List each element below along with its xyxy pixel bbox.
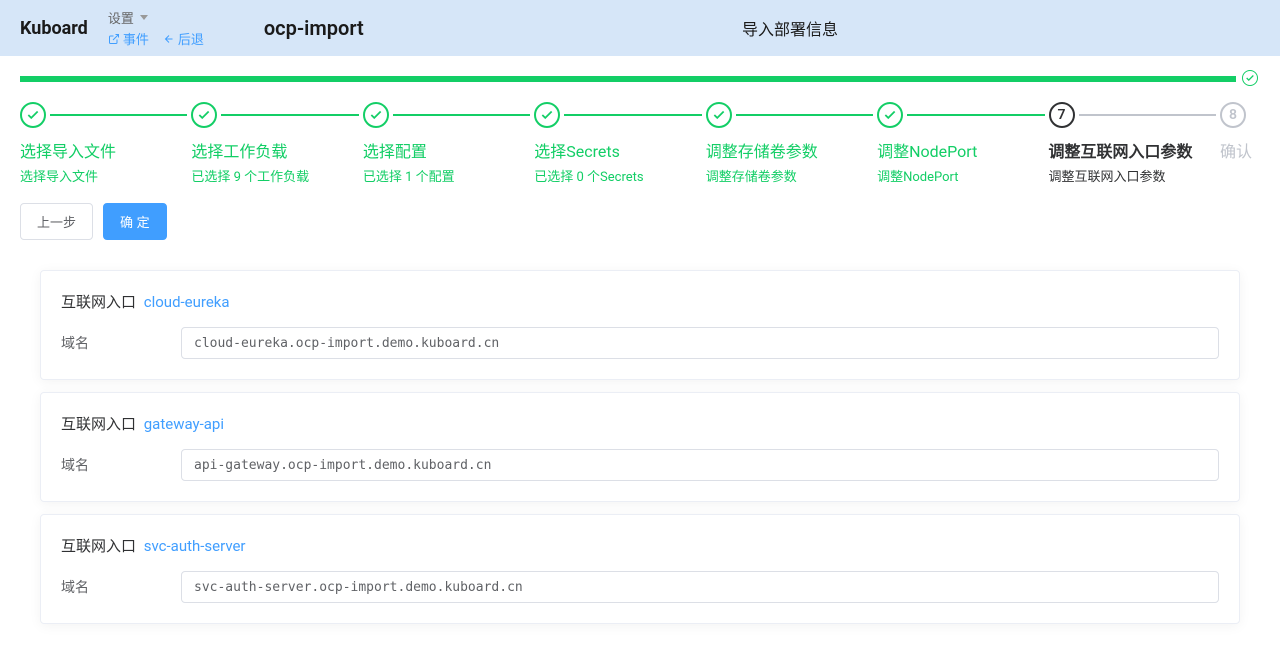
ingress-label: 互联网入口 <box>61 537 136 555</box>
progress-check-icon <box>1242 70 1258 86</box>
step-title: 选择Secrets <box>534 138 705 162</box>
ingress-cards: 互联网入口 cloud-eureka 域名 互联网入口 gateway-api … <box>20 270 1260 624</box>
ingress-name-link[interactable]: cloud-eureka <box>144 293 230 311</box>
logo: Kuboard <box>20 18 88 39</box>
step-title: 调整互联网入口参数 <box>1049 138 1220 162</box>
prev-button[interactable]: 上一步 <box>20 203 93 240</box>
step-number-icon: 8 <box>1220 102 1246 128</box>
step-1: 选择导入文件 选择导入文件 <box>20 102 191 185</box>
settings-label: 设置 <box>108 8 134 27</box>
step-8: 8 确认 <box>1220 102 1260 185</box>
step-check-icon <box>363 102 389 128</box>
step-desc: 调整NodePort <box>877 166 1048 185</box>
step-check-icon <box>706 102 732 128</box>
ingress-label: 互联网入口 <box>61 415 136 433</box>
domain-row: 域名 <box>61 449 1219 481</box>
events-link[interactable]: 事件 <box>108 29 149 48</box>
step-title: 选择导入文件 <box>20 138 191 162</box>
step-title: 调整存储卷参数 <box>706 138 877 162</box>
ingress-card: 互联网入口 svc-auth-server 域名 <box>40 514 1240 624</box>
ingress-name-link[interactable]: svc-auth-server <box>144 537 246 555</box>
step-check-icon <box>534 102 560 128</box>
progress-bar <box>20 76 1236 82</box>
step-2: 选择工作负载 已选择 9 个工作负载 <box>191 102 362 185</box>
steps-nav: 选择导入文件 选择导入文件 选择工作负载 已选择 9 个工作负载 选择配置 <box>20 102 1260 185</box>
step-desc: 已选择 9 个工作负载 <box>191 166 362 185</box>
back-link[interactable]: 后退 <box>163 29 204 48</box>
step-desc: 调整存储卷参数 <box>706 166 877 185</box>
top-links: 事件 后退 <box>108 29 204 48</box>
domain-label: 域名 <box>61 577 181 597</box>
namespace-title: ocp-import <box>264 16 364 40</box>
page-title: 导入部署信息 <box>742 16 838 40</box>
domain-input[interactable] <box>181 449 1219 481</box>
step-number-icon: 7 <box>1049 102 1075 128</box>
step-4: 选择Secrets 已选择 0 个Secrets <box>534 102 705 185</box>
step-7: 7 调整互联网入口参数 调整互联网入口参数 <box>1049 102 1220 185</box>
top-controls: 设置 事件 后退 <box>108 8 204 48</box>
domain-row: 域名 <box>61 327 1219 359</box>
confirm-button[interactable]: 确 定 <box>103 203 167 240</box>
ingress-card: 互联网入口 cloud-eureka 域名 <box>40 270 1240 380</box>
step-6: 调整NodePort 调整NodePort <box>877 102 1048 185</box>
external-link-icon <box>108 33 120 45</box>
domain-label: 域名 <box>61 333 181 353</box>
step-title: 调整NodePort <box>877 138 1048 162</box>
events-label: 事件 <box>123 29 149 48</box>
step-title: 确认 <box>1220 138 1260 162</box>
step-5: 调整存储卷参数 调整存储卷参数 <box>706 102 877 185</box>
ingress-card: 互联网入口 gateway-api 域名 <box>40 392 1240 502</box>
step-desc: 调整互联网入口参数 <box>1049 166 1220 185</box>
step-check-icon <box>191 102 217 128</box>
settings-dropdown[interactable]: 设置 <box>108 8 204 27</box>
ingress-card-header: 互联网入口 gateway-api <box>61 413 1219 434</box>
domain-label: 域名 <box>61 455 181 475</box>
domain-input[interactable] <box>181 571 1219 603</box>
arrow-left-icon <box>163 33 175 45</box>
step-desc: 选择导入文件 <box>20 166 191 185</box>
ingress-card-header: 互联网入口 cloud-eureka <box>61 291 1219 312</box>
chevron-down-icon <box>140 15 148 20</box>
step-actions: 上一步 确 定 <box>20 203 1260 240</box>
domain-input[interactable] <box>181 327 1219 359</box>
top-bar: Kuboard 设置 事件 后退 ocp-imp <box>0 0 1280 56</box>
step-3: 选择配置 已选择 1 个配置 <box>363 102 534 185</box>
step-desc: 已选择 0 个Secrets <box>534 166 705 185</box>
step-check-icon <box>20 102 46 128</box>
step-check-icon <box>877 102 903 128</box>
content: 选择导入文件 选择导入文件 选择工作负载 已选择 9 个工作负载 选择配置 <box>0 76 1280 656</box>
step-title: 选择配置 <box>363 138 534 162</box>
ingress-name-link[interactable]: gateway-api <box>144 415 224 433</box>
step-title: 选择工作负载 <box>191 138 362 162</box>
domain-row: 域名 <box>61 571 1219 603</box>
step-desc: 已选择 1 个配置 <box>363 166 534 185</box>
back-label: 后退 <box>178 29 204 48</box>
ingress-card-header: 互联网入口 svc-auth-server <box>61 535 1219 556</box>
ingress-label: 互联网入口 <box>61 293 136 311</box>
